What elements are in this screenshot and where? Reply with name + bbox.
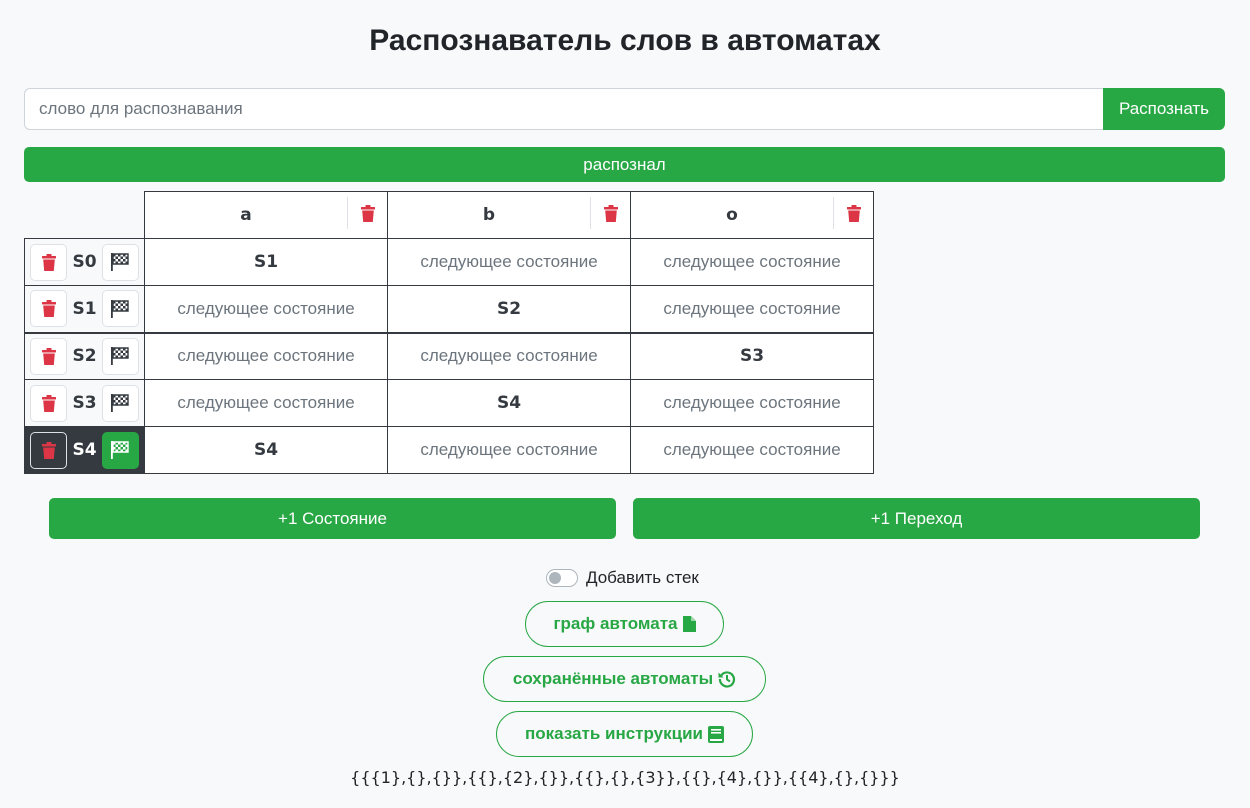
- trash-icon: [41, 441, 56, 459]
- transition-cell[interactable]: следующее состояние: [630, 285, 874, 333]
- result-banner: распознал: [24, 147, 1225, 182]
- transition-cell[interactable]: S1: [144, 238, 388, 286]
- stack-toggle-switch[interactable]: [546, 569, 578, 587]
- checkered-flag-icon: [111, 441, 130, 459]
- transition-cell[interactable]: следующее состояние: [387, 238, 631, 286]
- state-header: S3: [24, 379, 145, 427]
- stack-toggle-row: Добавить стек: [546, 568, 699, 588]
- stack-toggle-label[interactable]: Добавить стек: [586, 568, 699, 588]
- state-name: S0: [72, 252, 97, 272]
- transition-cell[interactable]: следующее состояние: [144, 331, 388, 380]
- checkered-flag-icon: [111, 253, 130, 271]
- state-name: S2: [72, 346, 97, 367]
- state-row-s0: S0 S1 следующее состояние следующее состоян…: [24, 238, 874, 286]
- transition-cell[interactable]: S4: [144, 426, 388, 474]
- add-state-button[interactable]: +1 Состояние: [49, 498, 616, 539]
- history-icon: [718, 671, 736, 688]
- saved-automata-button[interactable]: сохранённые автоматы: [483, 656, 766, 702]
- saved-automata-label: сохранённые автоматы: [512, 669, 714, 688]
- transition-table: a b o S0 S1 следующее состояние следующее с…: [24, 191, 874, 474]
- toggle-final-state-button[interactable]: [101, 290, 139, 328]
- transition-cell[interactable]: следующее состояние: [387, 331, 631, 380]
- toggle-final-state-button[interactable]: [101, 243, 139, 281]
- trash-icon: [41, 394, 56, 412]
- checkered-flag-icon: [111, 394, 130, 412]
- transition-cell[interactable]: S4: [387, 379, 631, 427]
- file-icon: [682, 616, 696, 632]
- state-header: S0: [24, 238, 145, 286]
- delete-column-button[interactable]: [347, 197, 387, 229]
- word-input[interactable]: [24, 88, 1104, 130]
- delete-column-button[interactable]: [833, 197, 873, 229]
- toggle-final-state-button[interactable]: [101, 431, 139, 469]
- state-header: S1: [24, 285, 145, 333]
- automaton-encoding: {{{1},{},{}},{{},{2},{}},{{},{},{3}},{{}…: [350, 768, 900, 787]
- recognize-button[interactable]: Распознать: [1103, 88, 1225, 130]
- toggle-final-state-button[interactable]: [101, 337, 139, 375]
- transition-cell[interactable]: следующее состояние: [387, 426, 631, 474]
- add-transition-button[interactable]: +1 Переход: [633, 498, 1200, 539]
- transition-cell[interactable]: следующее состояние: [630, 238, 874, 286]
- checkered-flag-icon: [111, 299, 130, 318]
- delete-state-button[interactable]: [30, 337, 67, 375]
- transition-cell[interactable]: S2: [387, 285, 631, 333]
- transition-cell[interactable]: следующее состояние: [144, 285, 388, 333]
- state-row-s1: S1 следующее состояние S2 следующее состоян…: [24, 285, 874, 333]
- delete-state-button[interactable]: [30, 290, 67, 328]
- state-row-s3: S3 следующее состояние S4 следующее состоян…: [24, 379, 874, 427]
- trash-icon: [360, 204, 375, 222]
- delete-column-button[interactable]: [590, 197, 630, 229]
- column-header-o: o: [630, 191, 874, 239]
- book-icon: [707, 725, 724, 743]
- graph-button-label: граф автомата: [553, 614, 678, 633]
- trash-icon: [846, 204, 861, 222]
- transition-cell[interactable]: следующее состояние: [144, 379, 388, 427]
- instructions-label: показать инструкции: [525, 724, 703, 743]
- graph-button[interactable]: граф автомата: [525, 601, 724, 647]
- transition-cell[interactable]: следующее состояние: [630, 426, 874, 474]
- delete-state-button[interactable]: [30, 384, 67, 422]
- state-name: S4: [72, 440, 97, 460]
- show-instructions-button[interactable]: показать инструкции: [496, 711, 753, 757]
- state-name: S1: [72, 298, 97, 319]
- trash-icon: [41, 300, 56, 318]
- checkered-flag-icon: [111, 347, 130, 366]
- column-header-b: b: [387, 191, 631, 239]
- trash-icon: [41, 347, 56, 365]
- delete-state-button[interactable]: [30, 431, 67, 469]
- state-row-s2: S2 следующее состояние следующее состояние…: [24, 331, 874, 380]
- toggle-knob: [549, 572, 561, 584]
- transition-cell[interactable]: S3: [630, 331, 874, 380]
- state-header: S2: [24, 331, 145, 380]
- trash-icon: [603, 204, 618, 222]
- toggle-final-state-button[interactable]: [101, 384, 139, 422]
- table-corner: [25, 192, 145, 239]
- column-header-a: a: [144, 191, 388, 239]
- state-header: S4: [24, 426, 145, 474]
- trash-icon: [41, 253, 56, 271]
- delete-state-button[interactable]: [30, 243, 67, 281]
- transition-cell[interactable]: следующее состояние: [630, 379, 874, 427]
- page-title: Распознаватель слов в автоматах: [369, 24, 881, 57]
- state-name: S3: [72, 393, 97, 413]
- state-row-s4: S4 S4 следующее состояние следующее состоян…: [24, 426, 874, 474]
